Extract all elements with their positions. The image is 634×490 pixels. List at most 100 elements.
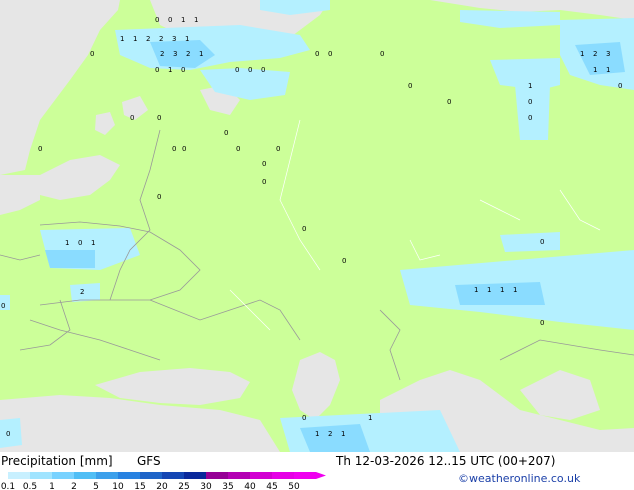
value-label: 0	[540, 319, 544, 327]
color-scale-tick-label: 25	[178, 482, 189, 490]
value-label: 0	[447, 98, 451, 106]
value-label: 0	[168, 16, 172, 24]
color-scale-tick-label: 1	[49, 482, 55, 490]
color-scale-swatch	[74, 472, 96, 479]
value-label: 2	[160, 50, 164, 58]
color-scale-swatch	[52, 472, 74, 479]
color-scale-tick-label: 30	[200, 482, 212, 490]
color-scale-swatch	[162, 472, 184, 479]
color-scale-tick-label: 10	[112, 482, 124, 490]
legend-title: Precipitation [mm]	[1, 454, 113, 468]
value-label: 0	[78, 239, 82, 247]
value-label: 0	[380, 50, 384, 58]
color-scale-swatch	[272, 472, 294, 479]
value-label: 1	[528, 82, 532, 90]
value-label: 1	[194, 16, 198, 24]
value-label: 0	[276, 145, 280, 153]
value-label: 2	[159, 35, 163, 43]
value-label: 0	[408, 82, 412, 90]
color-scale-tick-label: 20	[156, 482, 168, 490]
color-scale-tick-label: 2	[71, 482, 77, 490]
value-label: 0	[540, 238, 544, 246]
precipitation-map: 0 0 1 1 1 1 2 2 3 1 2 3 2 1 0 1 0 0 0 0 …	[0, 0, 634, 452]
model-name: GFS	[137, 454, 161, 468]
value-label: 1	[474, 286, 478, 294]
value-label: 1	[199, 50, 203, 58]
color-scale-swatch	[184, 472, 206, 479]
color-scale-tick-label: 45	[266, 482, 277, 490]
value-label: 0	[262, 160, 266, 168]
value-label: 0	[130, 114, 134, 122]
color-scale-swatch	[294, 472, 316, 479]
color-scale-swatch	[206, 472, 228, 479]
value-label: 1	[593, 66, 597, 74]
value-label: 0	[157, 193, 161, 201]
color-scale-swatch	[228, 472, 250, 479]
value-label: 2	[186, 50, 190, 58]
value-label: 1	[91, 239, 95, 247]
value-label: 0	[182, 145, 186, 153]
value-label: 0	[155, 66, 159, 74]
value-label: 1	[315, 430, 319, 438]
value-label: 0	[528, 114, 532, 122]
value-label: 0	[302, 414, 306, 422]
value-label: 3	[172, 35, 176, 43]
value-label: 3	[173, 50, 177, 58]
value-label: 1	[513, 286, 517, 294]
value-label: 1	[185, 35, 189, 43]
value-label: 0	[328, 50, 332, 58]
color-scale: 0.1 0.5 1 2 5 10 15 20 25 30 35 40 45 50	[1, 472, 326, 490]
value-label: 0	[172, 145, 176, 153]
value-label: 0	[157, 114, 161, 122]
color-scale-swatch	[250, 472, 272, 479]
color-scale-swatch	[8, 472, 30, 479]
value-label: 1	[341, 430, 345, 438]
value-label: 1	[181, 16, 185, 24]
value-label: 2	[80, 288, 84, 296]
value-label: 0	[618, 82, 622, 90]
value-label: 0	[528, 98, 532, 106]
value-label: 1	[120, 35, 124, 43]
value-label: 0	[90, 50, 94, 58]
legend-footer: Precipitation [mm] GFS Th 12-03-2026 12.…	[0, 452, 634, 490]
value-label: 1	[65, 239, 69, 247]
value-label: 1	[606, 66, 610, 74]
value-label: 0	[6, 430, 10, 438]
color-scale-swatch	[118, 472, 140, 479]
value-label: 0	[262, 178, 266, 186]
value-label: 0	[224, 129, 228, 137]
color-scale-arrow	[316, 472, 326, 479]
color-scale-tick-label: 50	[288, 482, 300, 490]
value-label: 0	[342, 257, 346, 265]
value-label: 0	[155, 16, 159, 24]
value-label: 1	[580, 50, 584, 58]
color-scale-swatch	[96, 472, 118, 479]
credit-link[interactable]: ©weatheronline.co.uk	[458, 472, 580, 485]
color-scale-tick-label: 40	[244, 482, 256, 490]
color-scale-tick-label: 0.1	[1, 482, 15, 490]
valid-time: Th 12-03-2026 12..15 UTC (00+207)	[336, 454, 556, 468]
value-label: 1	[500, 286, 504, 294]
value-label: 2	[146, 35, 150, 43]
value-label: 3	[606, 50, 610, 58]
color-scale-tick-label: 5	[93, 482, 99, 490]
value-label: 0	[315, 50, 319, 58]
value-label: 1	[168, 66, 172, 74]
color-scale-tick-label: 35	[222, 482, 233, 490]
value-label: 0	[302, 225, 306, 233]
color-scale-swatch	[140, 472, 162, 479]
value-label: 2	[328, 430, 332, 438]
color-scale-tick-label: 0.5	[23, 482, 37, 490]
value-label: 1	[368, 414, 372, 422]
value-label: 1	[487, 286, 491, 294]
color-scale-swatch	[30, 472, 52, 479]
value-label: 0	[181, 66, 185, 74]
value-label: 0	[235, 66, 239, 74]
value-label: 0	[261, 66, 265, 74]
value-label: 0	[38, 145, 42, 153]
value-label: 1	[133, 35, 137, 43]
value-label: 0	[1, 302, 5, 310]
value-label: 0	[248, 66, 252, 74]
value-label: 0	[236, 145, 240, 153]
value-label: 2	[593, 50, 597, 58]
